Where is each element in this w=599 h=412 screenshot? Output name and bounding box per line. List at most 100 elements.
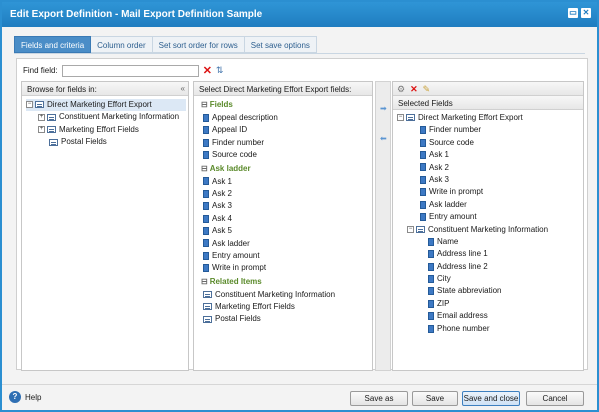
help-link[interactable]: ? Help (9, 391, 41, 403)
edit-pencil-icon[interactable]: ✎ (423, 84, 431, 94)
field-label: Ask 5 (212, 226, 233, 236)
field-label: Finder number (429, 125, 482, 135)
field-icon (428, 250, 434, 259)
selected-field[interactable]: Write in prompt (420, 186, 581, 198)
browse-item[interactable]: + Constituent Marketing Information (26, 111, 186, 123)
field-item[interactable]: Entry amount (203, 250, 369, 262)
field-item[interactable]: Ask 5 (203, 225, 369, 237)
field-item[interactable]: Ask ladder (203, 238, 369, 250)
selected-field[interactable]: ZIP (428, 298, 581, 310)
field-label: Address line 1 (437, 249, 488, 259)
related-item[interactable]: Marketing Effort Fields (203, 301, 369, 313)
title-bar: Edit Export Definition - Mail Export Def… (2, 2, 597, 27)
save-as-button[interactable]: Save as (350, 391, 408, 406)
field-icon (428, 287, 434, 296)
selected-field[interactable]: Phone number (428, 323, 581, 335)
configure-icon[interactable]: ⚙ (397, 84, 405, 94)
save-and-close-button[interactable]: Save and close (462, 391, 520, 406)
field-item[interactable]: Appeal description (203, 112, 369, 124)
help-label: Help (25, 392, 42, 402)
field-item[interactable]: Ask 1 (203, 176, 369, 188)
selected-field[interactable]: Ask 2 (420, 162, 581, 174)
collapse-icon[interactable]: ⊟ (201, 277, 208, 286)
cancel-button[interactable]: Cancel (526, 391, 584, 406)
field-item[interactable]: Source code (203, 149, 369, 161)
collapse-icon[interactable]: − (26, 101, 33, 109)
save-button[interactable]: Save (412, 391, 458, 406)
field-icon (428, 274, 434, 283)
selected-field[interactable]: Source code (420, 137, 581, 149)
field-item[interactable]: Finder number (203, 137, 369, 149)
selected-field[interactable]: State abbreviation (428, 285, 581, 297)
field-label: Ask 1 (212, 176, 233, 186)
tab-column-order[interactable]: Column order (91, 36, 153, 53)
selected-field[interactable]: Name (428, 236, 581, 248)
selected-field[interactable]: Ask 1 (420, 149, 581, 161)
help-icon: ? (9, 391, 21, 403)
group-icon (47, 113, 56, 121)
selected-field[interactable]: Email address (428, 310, 581, 322)
field-icon (203, 264, 209, 273)
selected-field[interactable]: Ask ladder (420, 199, 581, 211)
expand-icon[interactable]: + (38, 113, 45, 121)
selected-fields-panel: ⚙ ✕ ✎ Selected Fields − Direct Marketing … (392, 81, 584, 371)
field-item[interactable]: Ask 4 (203, 213, 369, 225)
fields-and-criteria-panel: Find field: ✕ ⇅ Browse for fields in: « … (16, 58, 588, 371)
section-header-ask-ladder[interactable]: ⊟ Ask ladder (198, 162, 369, 176)
selected-field[interactable]: Address line 1 (428, 248, 581, 260)
field-label: Ask ladder (429, 199, 467, 209)
group-icon (416, 225, 425, 233)
related-label: Marketing Effort Fields (215, 302, 295, 312)
browse-item-label: Direct Marketing Effort Export (47, 100, 152, 109)
tab-sort-order[interactable]: Set sort order for rows (152, 36, 245, 53)
browse-item[interactable]: + Marketing Effort Fields (26, 124, 186, 136)
browse-item[interactable]: Postal Fields (26, 136, 186, 148)
browse-item[interactable]: − Direct Marketing Effort Export (26, 99, 186, 112)
find-field-input[interactable] (61, 64, 199, 77)
field-icon (420, 213, 426, 222)
field-label: Ask 2 (429, 162, 450, 172)
clear-search-icon[interactable]: ✕ (203, 64, 212, 77)
export-definition-window: Edit Export Definition - Mail Export Def… (0, 0, 599, 412)
collapse-icon[interactable]: ⊟ (201, 164, 208, 173)
related-item[interactable]: Postal Fields (203, 313, 369, 325)
field-item[interactable]: Ask 2 (203, 188, 369, 200)
expand-icon[interactable]: + (38, 126, 45, 134)
section-header-fields[interactable]: ⊟ Fields (198, 98, 369, 112)
collapse-icon[interactable]: − (407, 225, 414, 233)
tree-view-icon[interactable]: ⇅ (216, 65, 224, 76)
related-item[interactable]: Constituent Marketing Information (203, 289, 369, 301)
field-icon (203, 151, 209, 160)
field-label: Write in prompt (212, 263, 267, 273)
selected-field[interactable]: Ask 3 (420, 174, 581, 186)
tab-divider (14, 53, 585, 54)
selected-field[interactable]: City (428, 273, 581, 285)
field-icon (203, 126, 209, 135)
section-title: Ask ladder (209, 163, 251, 173)
tab-save-options[interactable]: Set save options (244, 36, 317, 53)
field-item[interactable]: Write in prompt (203, 262, 369, 274)
selected-field[interactable]: Finder number (420, 124, 581, 136)
minimize-button[interactable]: ▭ (568, 8, 578, 18)
collapse-panel-icon[interactable]: « (181, 84, 185, 93)
section-header-related-items[interactable]: ⊟ Related Items (198, 275, 369, 289)
select-fields-panel: Select Direct Marketing Effort Export fi… (193, 81, 373, 371)
field-item[interactable]: Appeal ID (203, 124, 369, 136)
add-field-arrow-icon[interactable]: ➡ (380, 104, 388, 113)
selected-field[interactable]: Entry amount (420, 211, 581, 223)
field-item[interactable]: Ask 3 (203, 200, 369, 212)
tab-fields-and-criteria[interactable]: Fields and criteria (14, 36, 92, 53)
selected-group[interactable]: − Constituent Marketing Information (397, 224, 581, 236)
selected-field[interactable]: Address line 2 (428, 261, 581, 273)
find-field-label: Find field: (23, 66, 58, 75)
selected-root[interactable]: − Direct Marketing Effort Export (397, 112, 581, 124)
delete-icon[interactable]: ✕ (410, 84, 418, 94)
close-button[interactable]: ✕ (581, 8, 591, 18)
collapse-icon[interactable]: − (397, 114, 404, 122)
field-label: Finder number (212, 137, 265, 147)
remove-field-arrow-icon[interactable]: ⬅ (380, 134, 388, 143)
group-icon (203, 303, 212, 311)
field-label: ZIP (437, 298, 450, 308)
collapse-icon[interactable]: ⊟ (201, 100, 208, 109)
selected-header-label: Selected Fields (398, 99, 453, 108)
